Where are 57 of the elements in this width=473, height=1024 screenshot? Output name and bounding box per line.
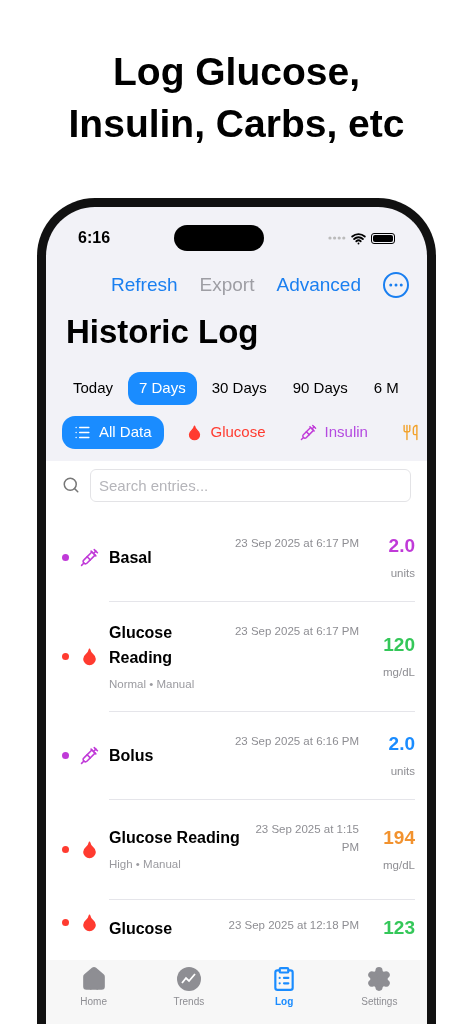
log-entry[interactable]: Bolus 23 Sep 2025 at 6:16 PM 2.0 units bbox=[109, 711, 415, 800]
entry-unit: mg/dL bbox=[383, 664, 415, 680]
log-entry[interactable]: Glucose Reading High • Manual 23 Sep 2025 at 1:15 PM 194 mg/dL bbox=[109, 799, 415, 900]
filter-chip[interactable]: Glucose bbox=[173, 415, 278, 449]
entry-detail: High • Manual bbox=[109, 857, 182, 873]
entry-detail: Normal • Manual bbox=[109, 676, 196, 692]
entry-value: 194 bbox=[383, 826, 415, 851]
search-field[interactable]: Search entries... bbox=[90, 468, 411, 502]
entry-value: 123 bbox=[383, 915, 415, 940]
syringe-icon bbox=[299, 423, 317, 441]
period-tab[interactable]: 30 Days bbox=[200, 371, 278, 405]
settings-icon bbox=[366, 966, 393, 992]
entry-title: Bolus bbox=[109, 745, 154, 766]
log-entry[interactable]: Glucose 23 Sep 2025 at 12:18 PM 123 bbox=[109, 899, 415, 945]
battery-icon bbox=[371, 232, 395, 244]
more-icon[interactable] bbox=[383, 272, 409, 299]
entry-unit: mg/dL bbox=[383, 857, 415, 873]
filter-chip[interactable]: All Data bbox=[62, 415, 164, 449]
entry-title: Basal bbox=[109, 547, 152, 568]
filter-chip[interactable]: Insulin bbox=[287, 415, 380, 449]
period-tab[interactable]: 7 Days bbox=[128, 371, 197, 405]
fork-knife-icon bbox=[401, 423, 419, 441]
entry-value: 2.0 bbox=[388, 732, 415, 757]
syringe-icon bbox=[79, 548, 99, 567]
home-icon bbox=[80, 966, 107, 992]
tab-bar-item[interactable]: Trends bbox=[153, 966, 224, 1009]
log-entry[interactable]: Glucose Reading Normal • Manual 23 Sep 2025 at 6:17 PM 120 mg/dL bbox=[109, 601, 415, 712]
entry-date: 23 Sep 2025 at 1:15 PM bbox=[254, 821, 360, 855]
headline: Insulin, Carbs, etc bbox=[68, 101, 405, 147]
page-title: Historic Log bbox=[65, 311, 260, 352]
entry-title: Glucose Reading bbox=[109, 622, 174, 668]
tab-bar-item[interactable]: Log bbox=[249, 966, 320, 1009]
wifi-icon bbox=[351, 230, 366, 246]
entry-unit: units bbox=[390, 565, 415, 581]
chart-icon bbox=[175, 966, 202, 992]
period-tab[interactable]: 6 M bbox=[362, 371, 410, 405]
entry-unit: units bbox=[390, 763, 415, 779]
search-icon bbox=[62, 476, 80, 494]
entry-value: 120 bbox=[383, 633, 415, 658]
toolbar-button[interactable]: Advanced bbox=[276, 271, 361, 300]
entry-value: 2.0 bbox=[388, 534, 415, 559]
entry-title: Glucose Reading bbox=[109, 828, 240, 849]
headline: Log Glucose, bbox=[113, 49, 360, 95]
log-entry[interactable]: Basal 23 Sep 2025 at 6:17 PM 2.0 units bbox=[109, 513, 415, 602]
toolbar-button[interactable]: Refresh bbox=[111, 271, 178, 300]
status-time: 6:16 bbox=[78, 228, 111, 248]
entry-date: 23 Sep 2025 at 12:18 PM bbox=[227, 917, 360, 933]
entry-date: 23 Sep 2025 at 6:17 PM bbox=[233, 535, 360, 551]
entry-date: 23 Sep 2025 at 6:17 PM bbox=[233, 623, 360, 639]
tab-bar-item[interactable]: Settings bbox=[344, 966, 415, 1009]
syringe-icon bbox=[79, 746, 99, 766]
tab-bar-item[interactable]: Home bbox=[58, 966, 129, 1009]
entry-title: Glucose bbox=[109, 918, 173, 939]
period-tab[interactable]: Today bbox=[62, 371, 125, 405]
entry-date: 23 Sep 2025 at 6:16 PM bbox=[233, 733, 360, 749]
period-tab[interactable]: 90 Days bbox=[281, 371, 359, 405]
signal-icon bbox=[328, 236, 346, 240]
